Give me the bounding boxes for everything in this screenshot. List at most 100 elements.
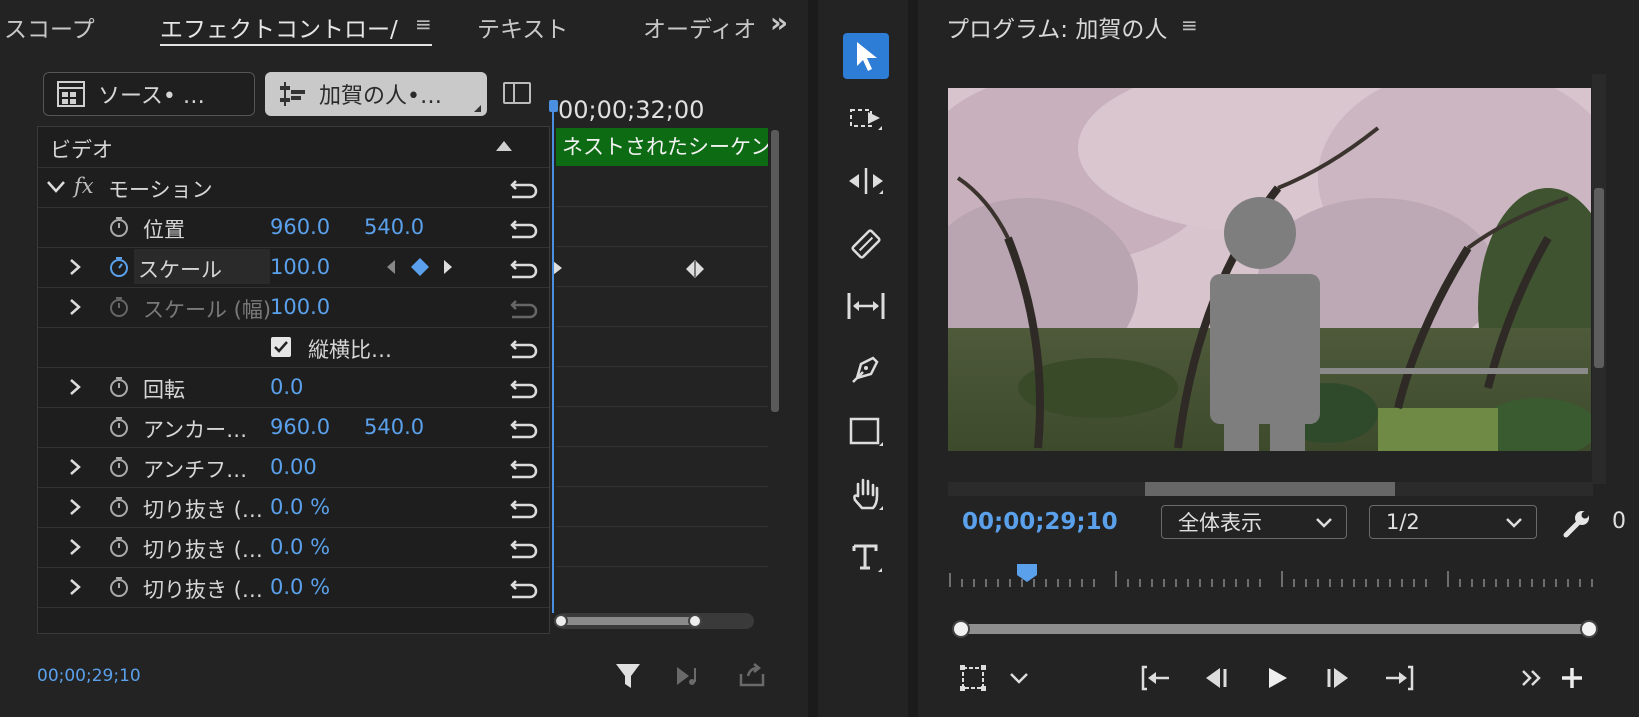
track-select-tool-button[interactable] xyxy=(843,96,889,142)
stopwatch-icon[interactable] xyxy=(108,576,130,598)
rectangle-tool-button[interactable] xyxy=(843,409,889,455)
toggle-timeline-view-icon[interactable] xyxy=(503,82,531,104)
timeline-scrollbar-thumb[interactable] xyxy=(771,130,779,412)
tab-audio[interactable]: オーディオ xyxy=(643,10,756,44)
reset-icon[interactable] xyxy=(508,335,540,361)
keyframe-marker[interactable] xyxy=(685,259,705,279)
fx-icon[interactable]: fx xyxy=(74,174,94,198)
reset-icon[interactable] xyxy=(508,455,540,481)
rotation-value[interactable]: 0.0 xyxy=(270,375,303,399)
source-clip-button[interactable]: ソース• … xyxy=(43,72,255,116)
scale-value[interactable]: 100.0 xyxy=(270,255,330,279)
monitor-time-ruler[interactable] xyxy=(948,565,1604,591)
stopwatch-icon[interactable] xyxy=(108,536,130,558)
play-button[interactable] xyxy=(1257,660,1297,696)
reset-icon[interactable] xyxy=(508,535,540,561)
reset-icon[interactable] xyxy=(508,495,540,521)
stopwatch-icon[interactable] xyxy=(108,376,130,398)
export-icon[interactable] xyxy=(738,662,766,688)
timeline-playhead[interactable] xyxy=(552,108,554,613)
slip-tool-button[interactable] xyxy=(843,283,889,329)
anchor-y-value[interactable]: 540.0 xyxy=(364,415,424,439)
more-options-button[interactable] xyxy=(999,660,1039,696)
property-row-uniform-scale: 縦横比… xyxy=(38,327,549,368)
zoom-handle-left[interactable] xyxy=(554,614,568,628)
chevron-right-icon[interactable] xyxy=(68,498,82,516)
crop-value[interactable]: 0.0 % xyxy=(270,535,330,559)
scale-width-value: 100.0 xyxy=(270,295,331,319)
effect-controls-timecode[interactable]: 00;00;29;10 xyxy=(37,666,141,686)
chevron-right-icon[interactable] xyxy=(68,258,82,276)
keyframe-marker[interactable] xyxy=(553,260,563,276)
chevron-right-icon[interactable] xyxy=(68,538,82,556)
program-monitor-title[interactable]: プログラム: 加賀の人 xyxy=(946,10,1167,44)
tab-scopes[interactable]: スコープ xyxy=(4,10,95,44)
add-keyframe-icon[interactable] xyxy=(410,257,430,277)
pen-icon xyxy=(852,356,879,383)
program-video-frame[interactable] xyxy=(948,88,1591,451)
razor-tool-button[interactable] xyxy=(843,221,889,267)
tab-text[interactable]: テキスト xyxy=(477,10,568,44)
wrench-icon[interactable] xyxy=(1560,508,1592,540)
stopwatch-icon[interactable] xyxy=(108,496,130,518)
nested-sequence-clip-bar[interactable]: ネストされたシーケン xyxy=(556,128,769,166)
reset-icon[interactable] xyxy=(508,375,540,401)
button-editor-button[interactable] xyxy=(1552,660,1592,696)
stopwatch-active-icon[interactable] xyxy=(108,256,130,278)
program-timecode[interactable]: 00;00;29;10 xyxy=(962,509,1118,535)
property-name: スケール (幅) xyxy=(143,298,272,322)
hand-tool-button[interactable] xyxy=(843,471,889,517)
type-tool-button[interactable] xyxy=(843,534,889,580)
monitor-playhead[interactable] xyxy=(1016,563,1038,583)
selection-tool-button[interactable] xyxy=(843,33,889,79)
step-back-button[interactable] xyxy=(1196,660,1236,696)
reset-icon[interactable] xyxy=(508,215,540,241)
zoom-handle-right[interactable] xyxy=(688,614,702,628)
reset-icon[interactable] xyxy=(508,175,540,201)
panel-menu-icon[interactable]: ≡ xyxy=(1181,13,1198,37)
chevron-right-icon[interactable] xyxy=(68,458,82,476)
monitor-vertical-scroll-thumb[interactable] xyxy=(1594,188,1604,368)
collapse-up-icon[interactable] xyxy=(495,139,513,153)
anchor-x-value[interactable]: 960.0 xyxy=(270,415,330,439)
step-forward-button[interactable] xyxy=(1318,660,1358,696)
crop-value[interactable]: 0.0 % xyxy=(270,575,330,599)
next-keyframe-icon[interactable] xyxy=(442,258,454,276)
go-to-out-button[interactable] xyxy=(1380,660,1420,696)
monitor-zoom-navigator[interactable] xyxy=(952,618,1598,640)
stopwatch-icon[interactable] xyxy=(108,416,130,438)
monitor-horizontal-scroll-thumb[interactable] xyxy=(1145,482,1395,496)
position-y-value[interactable]: 540.0 xyxy=(364,215,424,239)
sequence-clip-button[interactable]: 加賀の人•… xyxy=(265,72,487,116)
safe-margins-button[interactable] xyxy=(953,660,993,696)
uniform-scale-checkbox[interactable] xyxy=(270,336,292,358)
chevron-right-icon[interactable] xyxy=(68,378,82,396)
zoom-level-dropdown[interactable]: 全体表示 xyxy=(1161,505,1347,539)
step-forward-icon xyxy=(1327,668,1348,688)
stopwatch-icon[interactable] xyxy=(108,216,130,238)
chevron-right-icon[interactable] xyxy=(68,578,82,596)
playback-resolution-dropdown[interactable]: 1/2 xyxy=(1369,505,1537,539)
anti-flicker-value[interactable]: 0.00 xyxy=(270,455,317,479)
play-audio-icon[interactable] xyxy=(675,664,705,688)
reset-icon[interactable] xyxy=(508,415,540,441)
pen-tool-button[interactable] xyxy=(843,346,889,392)
crop-value[interactable]: 0.0 % xyxy=(270,495,330,519)
motion-effect-row[interactable]: fx モーション xyxy=(38,167,549,208)
timeline-zoom-thumb[interactable] xyxy=(562,617,696,625)
tab-effect-controls[interactable]: エフェクトコントロー/ xyxy=(160,10,398,44)
ripple-edit-tool-button[interactable] xyxy=(843,158,889,204)
position-x-value[interactable]: 960.0 xyxy=(270,215,330,239)
reset-icon[interactable] xyxy=(508,255,540,281)
filter-icon[interactable] xyxy=(614,661,642,691)
go-to-in-button[interactable] xyxy=(1135,660,1175,696)
prev-keyframe-icon[interactable] xyxy=(385,258,397,276)
panel-menu-icon[interactable]: ≡ xyxy=(415,12,432,36)
reset-icon[interactable] xyxy=(508,575,540,601)
overflow-controls-button[interactable] xyxy=(1512,660,1552,696)
chevron-down-icon[interactable] xyxy=(46,179,66,195)
stopwatch-icon[interactable] xyxy=(108,456,130,478)
chevron-right-icon[interactable] xyxy=(68,298,82,316)
video-section-header[interactable]: ビデオ xyxy=(38,127,549,168)
tab-overflow-icon[interactable]: » xyxy=(770,6,788,39)
